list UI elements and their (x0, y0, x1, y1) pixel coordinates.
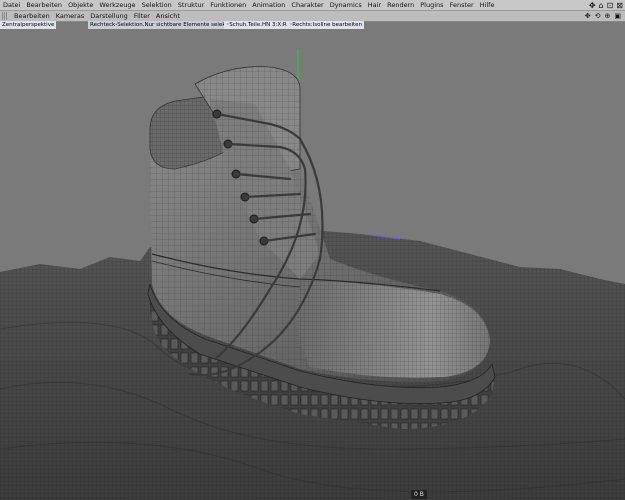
menu-bearbeiten[interactable]: Bearbeiten (23, 0, 65, 10)
view-menu-darstellung[interactable]: Darstellung (87, 11, 131, 21)
view-menu-bearbeiten[interactable]: Bearbeiten (11, 11, 53, 21)
window-controls: ✥ ⌂ ⊡ ⊠ (589, 0, 623, 10)
menu-objekte[interactable]: Objekte (65, 0, 96, 10)
menu-plugins[interactable]: Plugins (417, 0, 446, 10)
menu-datei[interactable]: Datei (0, 0, 23, 10)
menu-dynamics[interactable]: Dynamics (327, 0, 365, 10)
viewport-render (0, 29, 625, 500)
tool-hint-secondary-label: ◦Rechts:Isoline bearbeiten (287, 21, 365, 29)
frame-counter: 0 B (411, 490, 427, 499)
menu-charakter[interactable]: Charakter (288, 0, 326, 10)
menu-werkzeuge[interactable]: Werkzeuge (96, 0, 138, 10)
view-menu-kameras[interactable]: Kameras (53, 11, 88, 21)
object-info-label: ◦Schuh.Teile.HN 3:X:Ray (224, 21, 296, 29)
move-icon[interactable]: ✥ (589, 1, 596, 10)
viewport-info-bar: Zentralperspektive Rechteck-Selektion.Nu… (0, 21, 625, 29)
zoom-view-icon[interactable]: ⊕ (605, 12, 611, 20)
3d-viewport[interactable] (0, 29, 625, 500)
restore-icon[interactable]: ⊡ (607, 1, 614, 10)
menu-hilfe[interactable]: Hilfe (477, 0, 498, 10)
menu-funktionen[interactable]: Funktionen (207, 0, 249, 10)
home-icon[interactable]: ⌂ (599, 1, 604, 10)
menu-struktur[interactable]: Struktur (175, 0, 208, 10)
rotate-view-icon[interactable]: ⟲ (595, 12, 601, 20)
menu-selektion[interactable]: Selektion (139, 0, 175, 10)
tool-hint-label: Rechteck-Selektion.Nur sichtbare Element… (88, 21, 244, 29)
menu-animation[interactable]: Animation (249, 0, 288, 10)
menu-rendern[interactable]: Rendern (384, 0, 417, 10)
menu-fenster[interactable]: Fenster (447, 0, 477, 10)
view-name-label: Zentralperspektive (0, 21, 57, 29)
view-menu-filter[interactable]: Filter (131, 11, 153, 21)
toolbar-grip-icon[interactable] (2, 12, 8, 20)
view-menu-ansicht[interactable]: Ansicht (153, 11, 183, 21)
viewport-nav-icons: ✥ ⟲ ⊕ ▣ (585, 11, 621, 21)
menu-bar: Datei Bearbeiten Objekte Werkzeuge Selek… (0, 0, 625, 11)
close-icon[interactable]: ⊠ (616, 1, 623, 10)
maximize-view-icon[interactable]: ▣ (614, 12, 621, 20)
move-view-icon[interactable]: ✥ (585, 12, 591, 20)
menu-hair[interactable]: Hair (365, 0, 384, 10)
